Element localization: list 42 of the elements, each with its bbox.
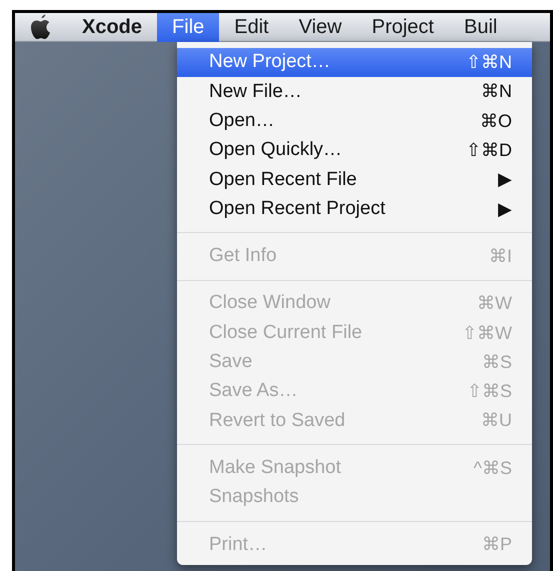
menu-item-label: Snapshots (209, 485, 299, 510)
menu-item[interactable]: New File… ⌘N (177, 77, 532, 107)
menu-item[interactable]: Open Recent File ▶ (177, 165, 532, 194)
shortcut-label: ⇧⌘N (466, 51, 512, 74)
menu-item-label: Save As… (209, 379, 298, 404)
menu-item-label: Open… (209, 108, 274, 133)
shortcut-label: ^⌘S (474, 456, 512, 480)
shortcut-label: ⇧⌘S (466, 380, 512, 404)
menu-item[interactable]: New Project… ⇧⌘N (177, 48, 532, 78)
shortcut-label: ⌘W (477, 292, 512, 316)
shortcut-label: ⇧⌘D (466, 139, 512, 162)
menu-item[interactable]: Open Quickly… ⇧⌘D (177, 136, 532, 166)
shortcut-label: ⌘P (482, 533, 512, 556)
menu-item-label: Revert to Saved (209, 408, 346, 433)
menu-bar-item[interactable]: View (284, 12, 357, 42)
shortcut-label: ⇧⌘W (462, 322, 512, 345)
menu-bar-item[interactable]: Edit (219, 12, 284, 42)
menu-item-label: Close Window (209, 291, 330, 316)
menu-item-label: Open Recent File (209, 168, 357, 192)
menu-item[interactable]: Open… ⌘O (177, 106, 532, 136)
menu-item-label: Open Recent Project (209, 196, 386, 221)
menu-bar-item[interactable]: File (157, 12, 220, 42)
menu-item-label: Open Quickly… (209, 138, 342, 162)
menu-item[interactable]: Open Recent Project ▶ (177, 194, 532, 224)
shortcut-label: ⌘N (481, 80, 512, 104)
apple-logo-icon[interactable] (29, 13, 53, 41)
menu-item-label: Print… (209, 532, 268, 557)
menu-bar-item[interactable]: Buil (448, 12, 512, 42)
menu-item-label: Close Current File (209, 320, 362, 345)
shortcut-label: ⌘I (488, 244, 512, 268)
shortcut-label: ▶ (498, 198, 512, 221)
shortcut-label: ⌘S (482, 350, 512, 374)
menu-item-label: Save (209, 350, 252, 374)
menu-item-label: New File… (209, 80, 302, 104)
menu-item-label: Make Snapshot (209, 456, 342, 480)
menu-bar-item[interactable]: Project (356, 12, 449, 42)
menu-bar-item[interactable]: Xcode (67, 12, 158, 42)
shortcut-label: ▶ (498, 168, 512, 192)
menu-item-label: New Project… (209, 50, 330, 74)
menu-item-label: Get Info (209, 244, 277, 268)
shortcut-label: ⌘U (481, 409, 512, 432)
shortcut-label: ⌘O (480, 110, 512, 133)
